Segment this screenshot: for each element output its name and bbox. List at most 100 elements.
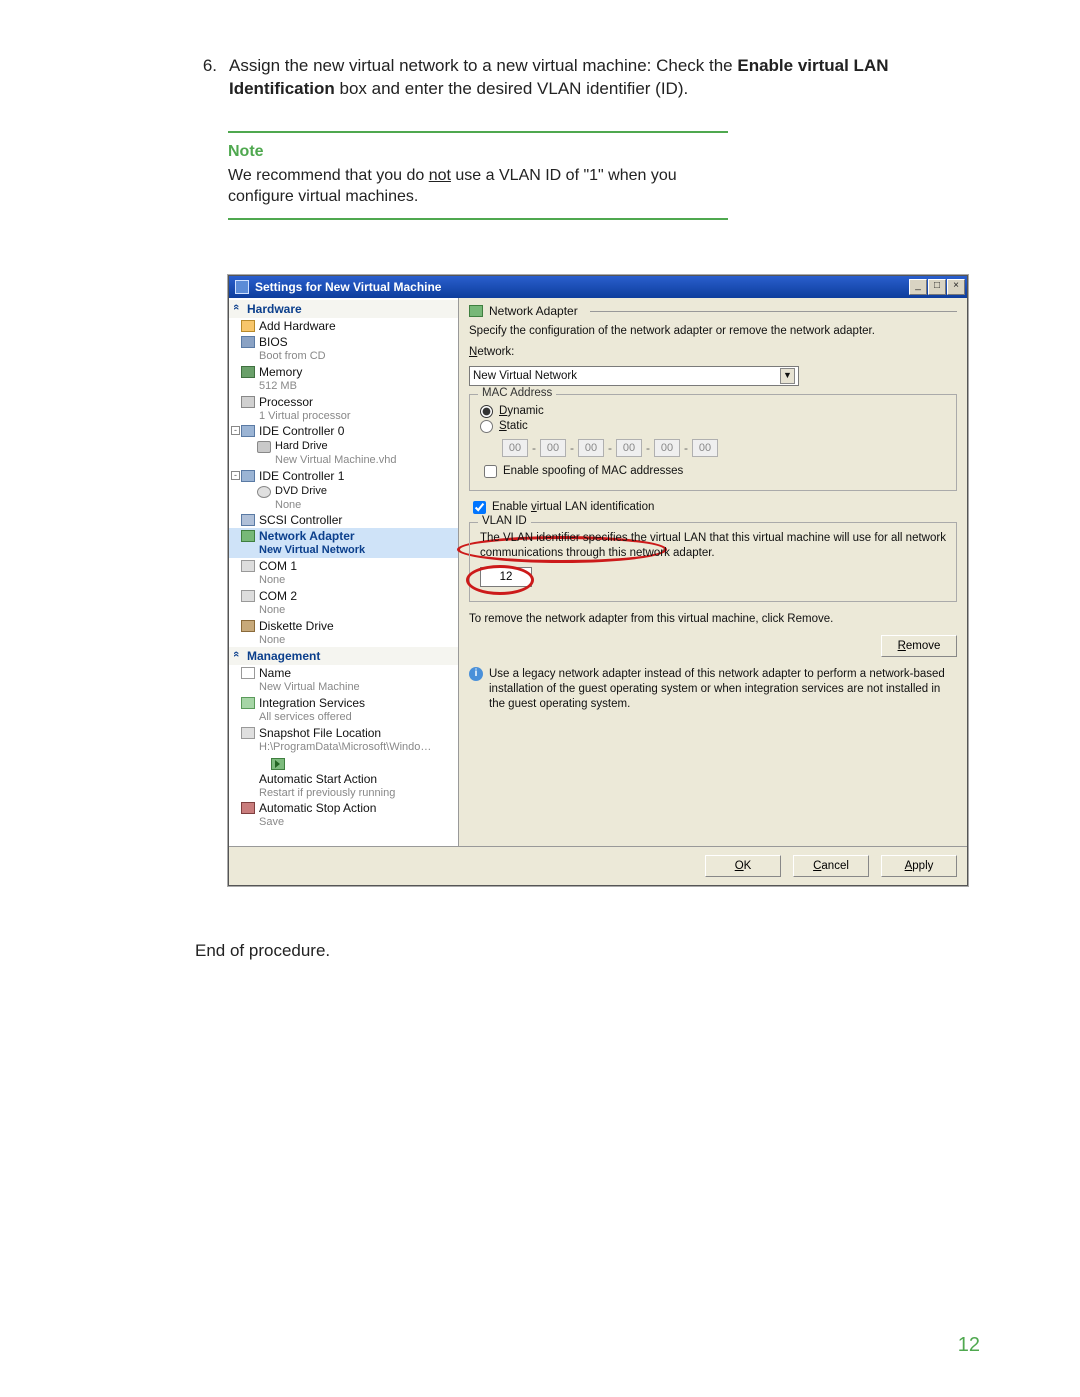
network-select-value: New Virtual Network	[473, 370, 577, 382]
enable-vlan-row[interactable]: Enable virtual LAN identification	[473, 501, 957, 514]
tree-com1[interactable]: COM 1 None	[229, 558, 458, 588]
harddrive-icon	[257, 441, 271, 453]
network-label: etwork:	[477, 346, 514, 358]
static-radio[interactable]	[480, 420, 493, 433]
remove-button[interactable]: Remove	[881, 635, 957, 657]
enable-spoofing-checkbox[interactable]	[484, 465, 497, 478]
enable-spoofing-label: Enable spoofing of MAC addresses	[503, 465, 683, 477]
enable-vlan-checkbox[interactable]	[473, 501, 486, 514]
pane-title: Network Adapter	[489, 304, 578, 318]
step-text: Assign the new virtual network to a new …	[229, 55, 915, 101]
network-select[interactable]: New Virtual Network ▼	[469, 366, 799, 386]
network-icon	[469, 305, 483, 317]
static-radio-row[interactable]: Static	[480, 420, 946, 433]
tree-autostart[interactable]: Automatic Start Action Restart if previo…	[229, 755, 458, 801]
titlebar[interactable]: Settings for New Virtual Machine _ □ ×	[229, 276, 967, 298]
integration-icon	[241, 697, 255, 709]
network-adapter-pane: Network Adapter Specify the configuratio…	[459, 298, 967, 846]
stop-icon	[241, 802, 255, 814]
remove-help: To remove the network adapter from this …	[469, 612, 957, 627]
vlan-id-group: VLAN ID The VLAN identifier specifies th…	[469, 522, 957, 602]
start-icon	[271, 758, 285, 770]
dynamic-radio-row[interactable]: Dynamic	[480, 405, 946, 418]
note-body: We recommend that you do not use a VLAN …	[228, 165, 728, 208]
vlan-legend: VLAN ID	[478, 515, 531, 527]
collapse-icon[interactable]: -	[231, 426, 240, 435]
processor-icon	[241, 396, 255, 408]
info-text: Use a legacy network adapter instead of …	[489, 667, 957, 712]
mac-legend: MAC Address	[478, 387, 556, 399]
note-rule-top	[228, 131, 728, 133]
ide-icon	[241, 425, 255, 437]
pane-title-rule	[590, 311, 957, 312]
enable-spoofing-row[interactable]: Enable spoofing of MAC addresses	[484, 465, 946, 478]
tree-autostop[interactable]: Automatic Stop Action Save	[229, 800, 458, 830]
dynamic-radio[interactable]	[480, 405, 493, 418]
step-text-prefix: Assign the new virtual network to a new …	[229, 56, 737, 75]
vlan-help-text: The VLAN identifier specifies the virtua…	[480, 531, 946, 561]
maximize-button[interactable]: □	[928, 279, 946, 295]
memory-icon	[241, 366, 255, 378]
section-management[interactable]: Management	[229, 647, 458, 665]
step-text-suffix: box and enter the desired VLAN identifie…	[340, 79, 689, 98]
step-row: 6. Assign the new virtual network to a n…	[195, 55, 915, 101]
end-of-procedure: End of procedure.	[195, 941, 980, 961]
note-title: Note	[228, 143, 728, 161]
apply-button[interactable]: Apply	[881, 855, 957, 877]
section-hardware[interactable]: Hardware	[229, 300, 458, 318]
dvd-icon	[257, 486, 271, 498]
settings-window: Settings for New Virtual Machine _ □ × H…	[228, 275, 968, 886]
com-icon	[241, 560, 255, 572]
name-icon	[241, 667, 255, 679]
tree-network-adapter[interactable]: Network Adapter New Virtual Network	[229, 528, 458, 558]
window-title: Settings for New Virtual Machine	[255, 280, 902, 294]
tree-ide0[interactable]: - IDE Controller 0	[229, 423, 458, 439]
network-icon	[241, 530, 255, 542]
tree-memory[interactable]: Memory 512 MB	[229, 364, 458, 394]
mac-address-inputs: - - - - -	[502, 439, 946, 457]
minimize-button[interactable]: _	[909, 279, 927, 295]
com-icon	[241, 590, 255, 602]
snapshot-icon	[241, 727, 255, 739]
tree-dvd[interactable]: DVD Drive None	[229, 484, 458, 513]
note-body-prefix: We recommend that you do	[228, 167, 429, 184]
info-row: i Use a legacy network adapter instead o…	[469, 667, 957, 712]
note-block: Note We recommend that you do not use a …	[228, 131, 728, 220]
dropdown-arrow-icon[interactable]: ▼	[780, 368, 795, 384]
tree-com2[interactable]: COM 2 None	[229, 588, 458, 618]
info-icon: i	[469, 667, 483, 681]
note-rule-bottom	[228, 218, 728, 220]
mac-octet-1[interactable]	[502, 439, 528, 457]
close-button[interactable]: ×	[947, 279, 965, 295]
tree-diskette[interactable]: Diskette Drive None	[229, 618, 458, 648]
mac-octet-2[interactable]	[540, 439, 566, 457]
mac-octet-6[interactable]	[692, 439, 718, 457]
tree-bios[interactable]: BIOS Boot from CD	[229, 334, 458, 364]
tree-add-hardware[interactable]: Add Hardware	[229, 318, 458, 334]
tree-harddrive[interactable]: Hard Drive New Virtual Machine.vhd	[229, 439, 458, 468]
cancel-button[interactable]: Cancel	[793, 855, 869, 877]
tree-name[interactable]: Name New Virtual Machine	[229, 665, 458, 695]
tree-integration[interactable]: Integration Services All services offere…	[229, 695, 458, 725]
bios-icon	[241, 336, 255, 348]
ide-icon	[241, 470, 255, 482]
mac-octet-3[interactable]	[578, 439, 604, 457]
tree-scsi[interactable]: SCSI Controller	[229, 512, 458, 528]
enable-vlan-label: Enable virtual LAN identification	[492, 501, 654, 513]
collapse-icon[interactable]: -	[231, 471, 240, 480]
mac-address-group: MAC Address Dynamic Static - - - -	[469, 394, 957, 491]
add-hardware-icon	[241, 320, 255, 332]
pane-desc: Specify the configuration of the network…	[469, 324, 957, 339]
mac-octet-4[interactable]	[616, 439, 642, 457]
tree-snapshot[interactable]: Snapshot File Location H:\ProgramData\Mi…	[229, 725, 458, 755]
window-icon	[235, 280, 249, 294]
note-body-underline: not	[429, 167, 451, 184]
vlan-id-input[interactable]	[480, 567, 532, 587]
ok-button[interactable]: OK	[705, 855, 781, 877]
tree-processor[interactable]: Processor 1 Virtual processor	[229, 394, 458, 424]
tree-ide1[interactable]: - IDE Controller 1	[229, 468, 458, 484]
step-number: 6.	[195, 55, 217, 101]
mac-octet-5[interactable]	[654, 439, 680, 457]
hardware-tree: Hardware Add Hardware BIOS Boot from CD …	[229, 298, 459, 846]
scsi-icon	[241, 514, 255, 526]
